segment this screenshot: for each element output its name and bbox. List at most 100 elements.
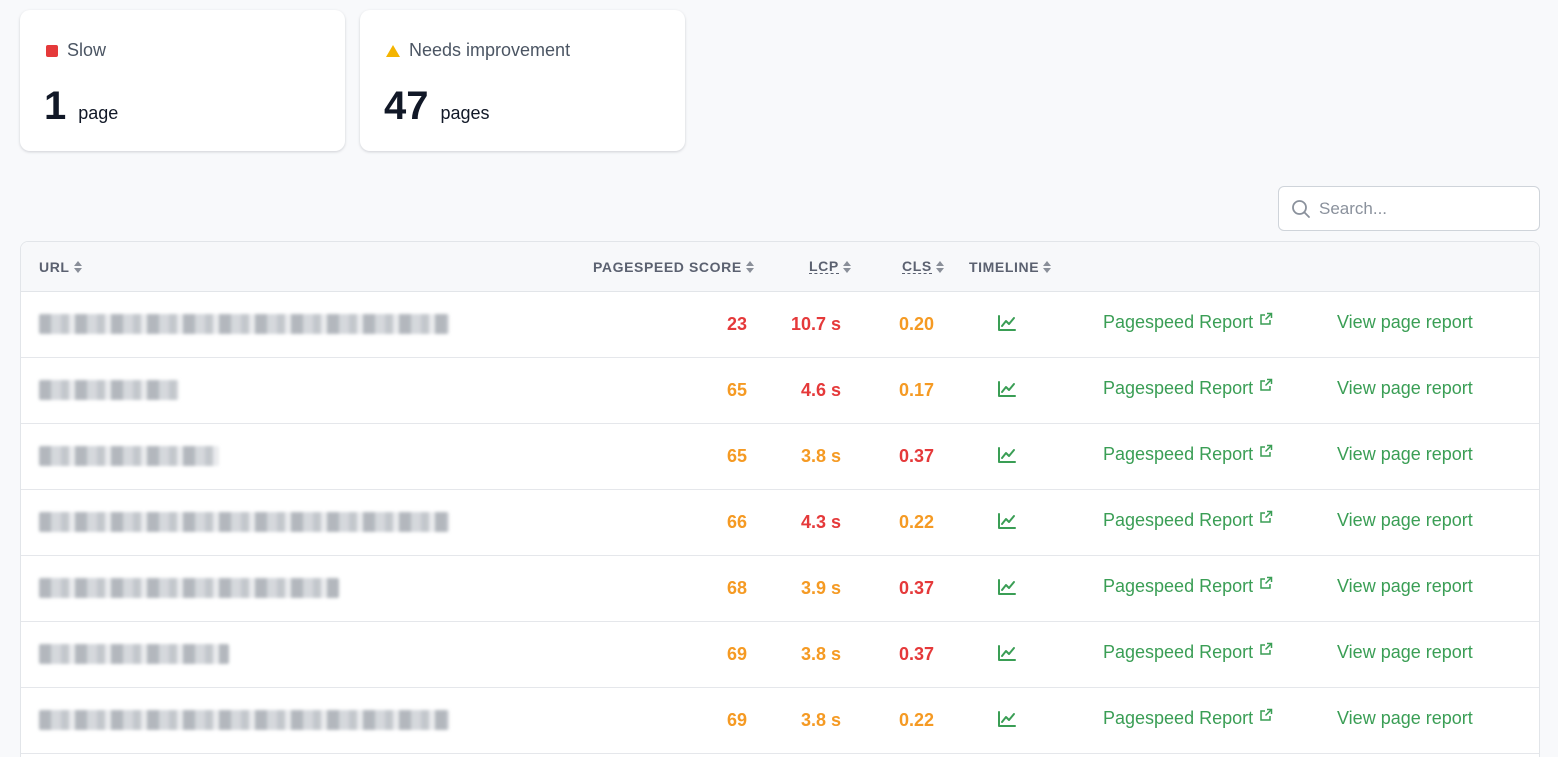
redacted-url[interactable] [39,644,229,664]
sort-icon [73,261,82,273]
lcp-value: 3.8 s [800,644,841,664]
sort-icon [935,260,944,273]
pagespeed-score: 66 [726,512,747,532]
cls-value: 0.20 [898,314,934,334]
slow-card-header: Slow [46,40,106,61]
lcp-value: 10.7 s [790,314,841,334]
column-header-timeline[interactable]: TIMELINE [969,259,1052,275]
view-page-report-link[interactable]: View page report [1337,576,1473,597]
column-header-url-label: URL [39,259,70,275]
lcp-value: 3.8 s [800,446,841,466]
pagespeed-report-link[interactable]: Pagespeed Report [1103,444,1273,465]
table-row: 23 10.7 s 0.20 Pagespeed Report View page re… [21,292,1539,358]
slow-card-label: Slow [67,40,107,60]
table-row: 68 3.9 s 0.37 Pagespeed Report View page rep… [21,556,1539,622]
column-header-timeline-label: TIMELINE [969,259,1040,275]
redacted-url[interactable] [39,512,449,532]
slow-card-value: 1 page [44,84,118,129]
column-header-score-label: PAGESPEED SCORE [593,259,742,275]
pagespeed-report-link[interactable]: Pagespeed Report [1103,510,1273,531]
pagespeed-score: 23 [726,314,747,334]
cls-value: 0.37 [898,446,934,466]
line-chart-icon[interactable] [997,578,1017,601]
table-row: 69 3.8 s 0.22 Pagespeed Report View page rep… [21,688,1539,754]
needs-improvement-page-unit: pages [440,103,490,123]
pagespeed-report-label: Pagespeed Report [1103,576,1254,596]
table-row: 65 4.6 s 0.17 Pagespeed Report View page rep… [21,358,1539,424]
line-chart-icon[interactable] [997,512,1017,535]
line-chart-icon[interactable] [997,314,1017,337]
view-page-report-link[interactable]: View page report [1337,510,1473,531]
table-header: URL PAGESPEED SCORE LCP CLS TIMELINE [21,242,1539,292]
view-page-report-link[interactable]: View page report [1337,378,1473,399]
slow-summary-card: Slow 1 page [20,10,345,151]
needs-improvement-card-value: 47 pages [384,84,490,129]
external-link-icon [1259,706,1273,727]
line-chart-icon[interactable] [997,710,1017,733]
column-header-url[interactable]: URL [39,259,82,275]
lcp-value: 4.6 s [800,380,841,400]
pagespeed-report-link[interactable]: Pagespeed Report [1103,312,1273,333]
pagespeed-report-link[interactable]: Pagespeed Report [1103,378,1273,399]
line-chart-icon[interactable] [997,644,1017,667]
external-link-icon [1259,376,1273,397]
slow-page-unit: page [78,103,119,123]
pagespeed-report-label: Pagespeed Report [1103,444,1254,464]
view-page-report-link[interactable]: View page report [1337,642,1473,663]
pagespeed-report-label: Pagespeed Report [1103,312,1254,332]
search-input[interactable] [1319,198,1519,219]
external-link-icon [1259,310,1273,331]
redacted-url[interactable] [39,446,219,466]
column-header-lcp-label: LCP [809,258,839,274]
pagespeed-report-link[interactable]: Pagespeed Report [1103,708,1273,729]
cls-value: 0.22 [898,512,934,532]
table-row: 66 4.3 s 0.22 Pagespeed Report View page rep… [21,490,1539,556]
redacted-url[interactable] [39,314,449,334]
needs-improvement-card-header: Needs improvement [386,40,570,61]
lcp-value: 3.8 s [800,710,841,730]
slow-page-count: 1 [44,84,67,128]
sort-icon [1043,261,1052,273]
table-row: 69 3.8 s 0.37 Pagespeed Report View page rep… [21,622,1539,688]
cls-value: 0.37 [898,578,934,598]
view-page-report-link[interactable]: View page report [1337,708,1473,729]
column-header-cls-label: CLS [902,258,932,274]
redacted-url[interactable] [39,710,449,730]
cls-value: 0.37 [898,644,934,664]
table-row: 65 3.8 s 0.37 Pagespeed Report View page rep… [21,424,1539,490]
external-link-icon [1259,442,1273,463]
pagespeed-report-label: Pagespeed Report [1103,510,1254,530]
pagespeed-score: 65 [726,446,747,466]
cls-value: 0.17 [898,380,934,400]
external-link-icon [1259,640,1273,661]
search-box[interactable] [1278,186,1540,231]
redacted-url[interactable] [39,578,339,598]
pagespeed-score: 69 [726,644,747,664]
column-header-lcp[interactable]: LCP [809,259,851,274]
external-link-icon [1259,574,1273,595]
needs-improvement-page-count: 47 [384,84,429,128]
pagespeed-report-link[interactable]: Pagespeed Report [1103,642,1273,663]
pagespeed-score: 69 [726,710,747,730]
redacted-url[interactable] [39,380,179,400]
external-link-icon [1259,508,1273,529]
pagespeed-report-label: Pagespeed Report [1103,642,1254,662]
pagespeed-score: 68 [726,578,747,598]
lcp-value: 4.3 s [800,512,841,532]
pages-table: URL PAGESPEED SCORE LCP CLS TIMELINE 23 1… [20,241,1540,757]
line-chart-icon[interactable] [997,380,1017,403]
pagespeed-report-link[interactable]: Pagespeed Report [1103,576,1273,597]
pagespeed-report-label: Pagespeed Report [1103,708,1254,728]
sort-icon [842,260,851,273]
warning-triangle-icon [386,44,400,57]
needs-improvement-summary-card: Needs improvement 47 pages [360,10,685,151]
column-header-cls[interactable]: CLS [902,259,944,274]
view-page-report-link[interactable]: View page report [1337,444,1473,465]
line-chart-icon[interactable] [997,446,1017,469]
search-icon [1292,199,1310,218]
view-page-report-link[interactable]: View page report [1337,312,1473,333]
pagespeed-report-label: Pagespeed Report [1103,378,1254,398]
column-header-pagespeed-score[interactable]: PAGESPEED SCORE [593,259,754,275]
slow-status-square-icon [46,44,58,57]
lcp-value: 3.9 s [800,578,841,598]
